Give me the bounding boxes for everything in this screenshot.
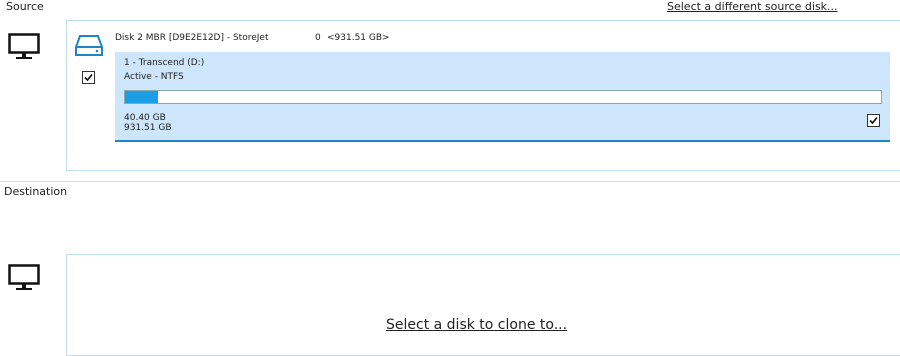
source-disk-index: 0 (315, 33, 321, 43)
hard-drive-icon (74, 33, 104, 61)
section-divider (0, 181, 900, 182)
source-disk-size: <931.51 GB> (327, 33, 390, 43)
partition-total: 931.51 GB (124, 123, 172, 133)
source-disk-name: Disk 2 MBR [D9E2E12D] - StoreJet (115, 33, 269, 43)
checkmark-icon (84, 73, 93, 82)
select-destination-disk-link[interactable]: Select a disk to clone to... (386, 317, 567, 333)
select-source-disk-link[interactable]: Select a different source disk... (667, 0, 838, 13)
partition-info: Active - NTFS (124, 72, 184, 82)
source-disk-checkbox[interactable] (82, 71, 95, 84)
destination-computer-icon (8, 264, 40, 298)
partition-name: 1 - Transcend (D:) (124, 58, 205, 68)
source-computer-icon (8, 33, 40, 67)
checkmark-icon (869, 116, 878, 125)
partition-checkbox[interactable] (867, 114, 880, 127)
partition-usage-fill (125, 91, 158, 103)
destination-section-title: Destination (4, 185, 68, 198)
partition-usage-bar (124, 90, 882, 104)
source-section-title: Source (6, 0, 44, 13)
